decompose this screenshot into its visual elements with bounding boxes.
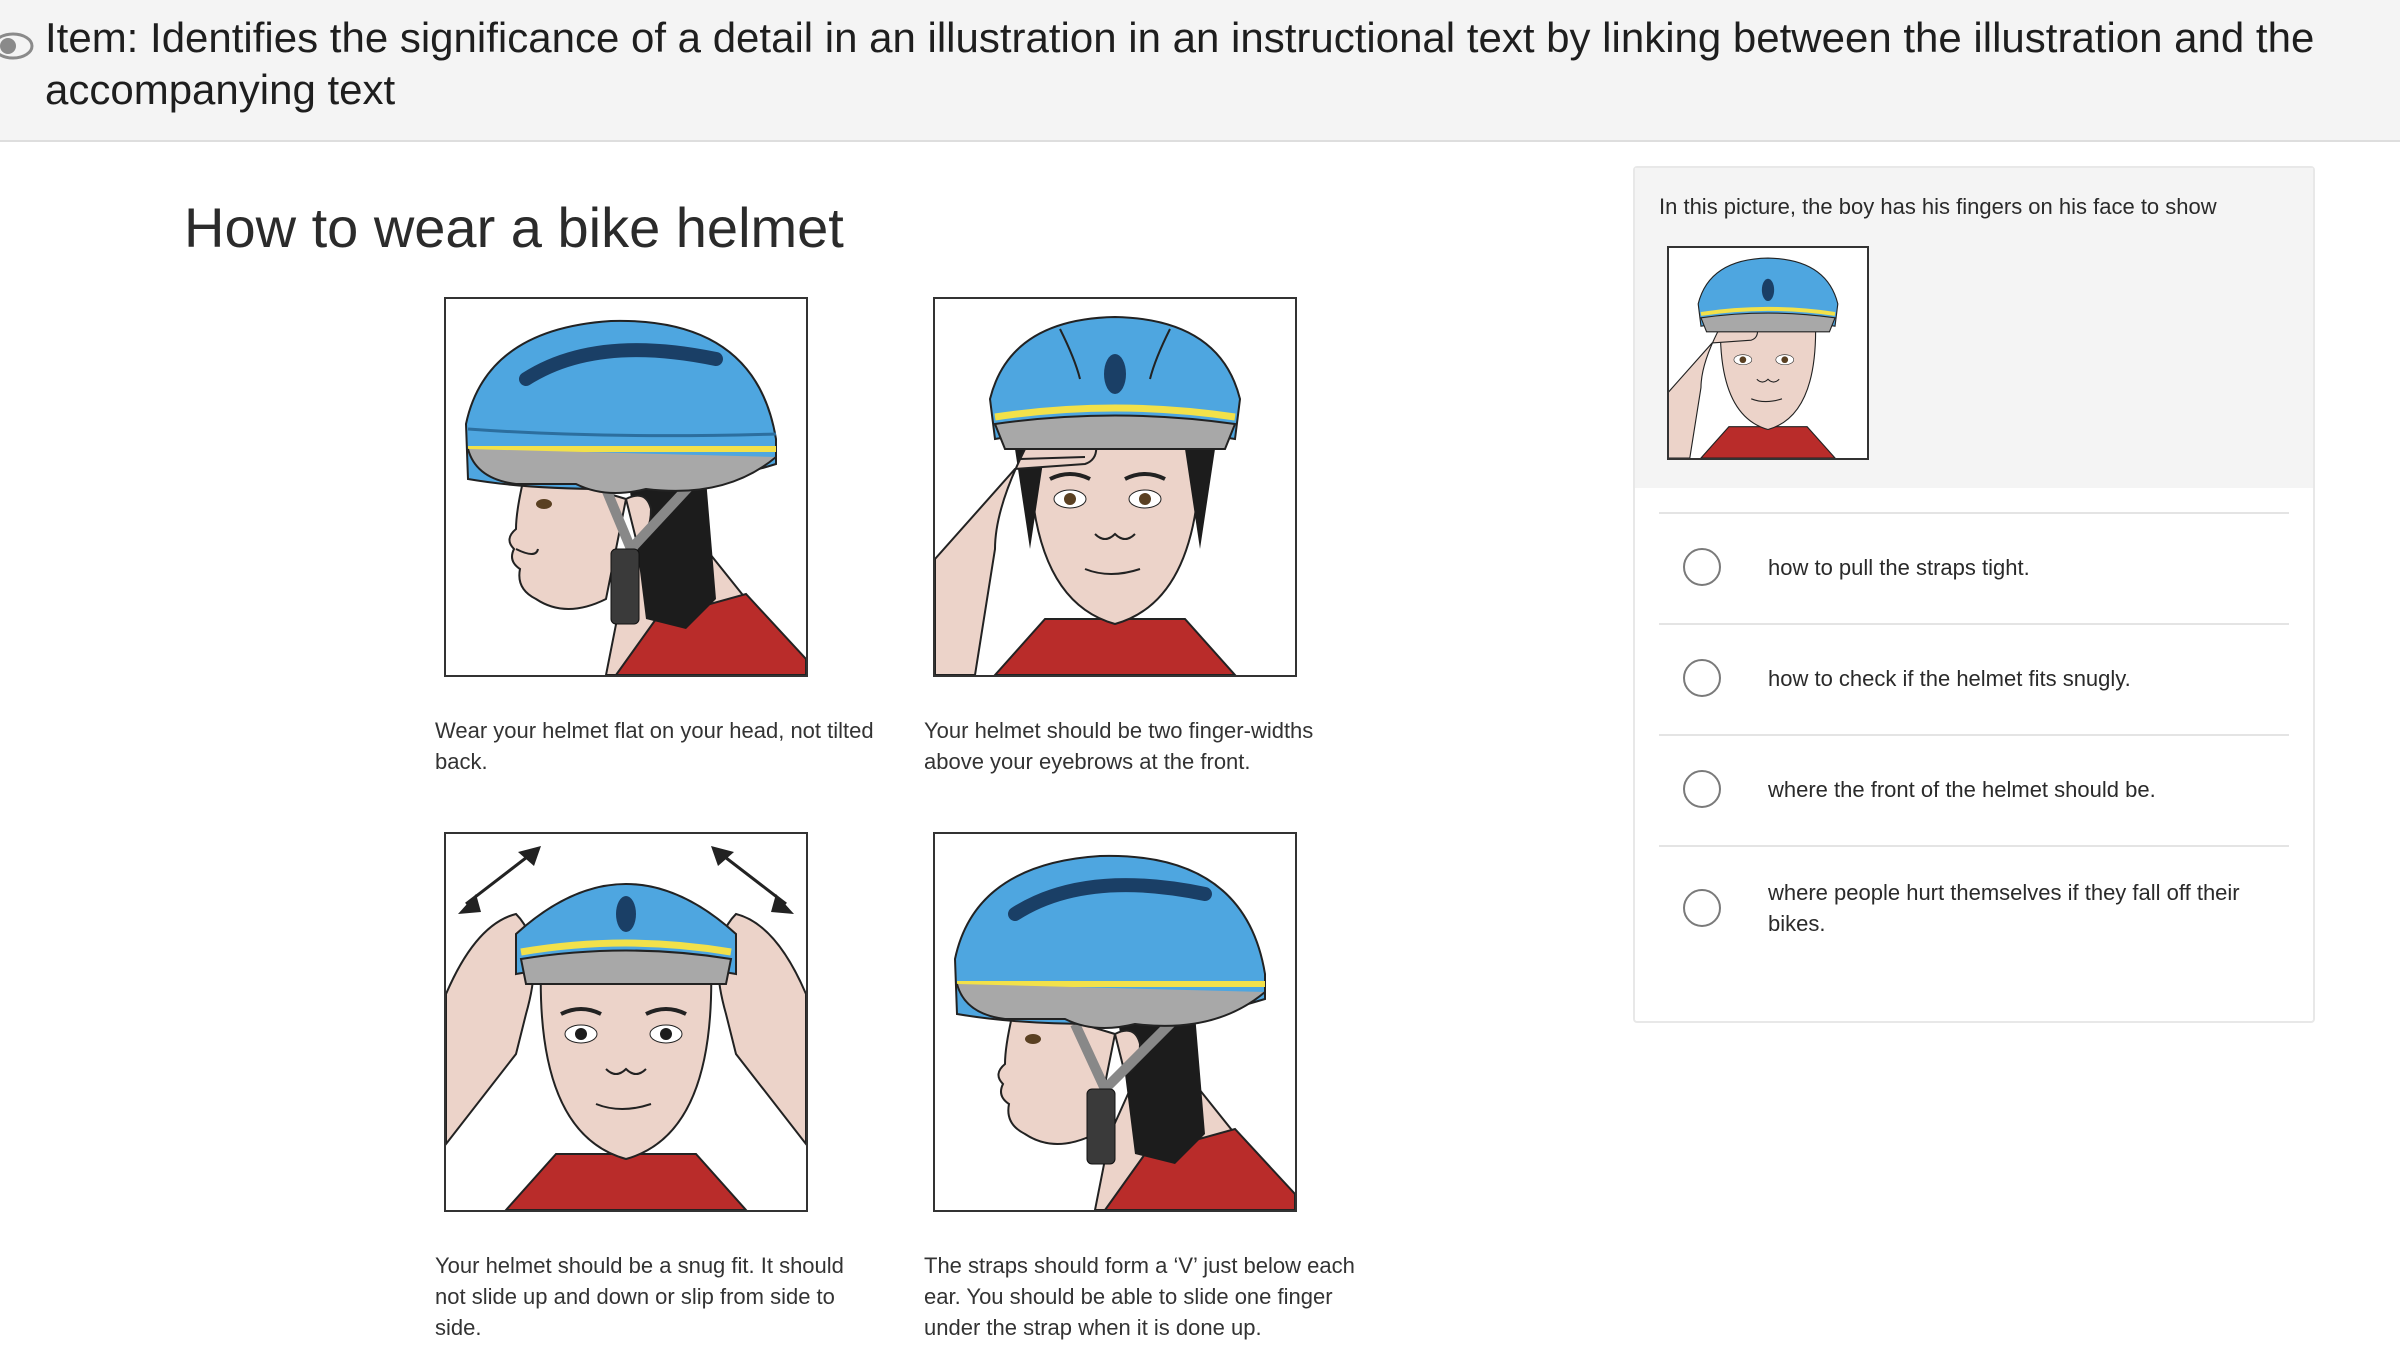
card-caption: Your helmet should be two finger-widths … xyxy=(924,718,1314,774)
answer-option[interactable]: how to check if the helmet fits snugly. xyxy=(1659,623,2289,735)
radio-button[interactable] xyxy=(1683,889,1721,927)
answer-option[interactable]: how to pull the straps tight. xyxy=(1659,512,2289,624)
helmet-snug-illustration xyxy=(444,832,808,1212)
option-label: where people hurt themselves if they fal… xyxy=(1768,880,2240,936)
radio-button[interactable] xyxy=(1683,770,1721,808)
question-panel: In this picture, the boy has his fingers… xyxy=(1633,166,2315,1023)
answer-option[interactable]: where the front of the helmet should be. xyxy=(1659,734,2289,846)
helmet-fingers-illustration xyxy=(933,297,1297,677)
stem-text: In this picture, the boy has his fingers… xyxy=(1659,194,2217,219)
card-caption: Your helmet should be a snug fit. It sho… xyxy=(435,1253,844,1340)
article-title: How to wear a bike helmet xyxy=(184,196,844,259)
radio-button[interactable] xyxy=(1683,659,1721,697)
helmet-straps-illustration xyxy=(933,832,1297,1212)
radio-button[interactable] xyxy=(1683,548,1721,586)
answer-option[interactable]: where people hurt themselves if they fal… xyxy=(1659,845,2289,987)
eye-icon[interactable] xyxy=(0,28,34,64)
option-label: how to pull the straps tight. xyxy=(1768,555,2030,580)
card-caption: Wear your helmet flat on your head, not … xyxy=(435,718,874,774)
item-header: Item: Identifies the significance of a d… xyxy=(0,0,2400,142)
helmet-side-illustration xyxy=(444,297,808,677)
item-title: Item: Identifies the significance of a d… xyxy=(45,14,2315,113)
option-label: where the front of the helmet should be. xyxy=(1768,777,2156,802)
question-stem: In this picture, the boy has his fingers… xyxy=(1635,168,2313,488)
option-label: how to check if the helmet fits snugly. xyxy=(1768,666,2131,691)
stem-illustration xyxy=(1667,246,1869,460)
card-caption: The straps should form a ‘V’ just below … xyxy=(924,1253,1355,1340)
